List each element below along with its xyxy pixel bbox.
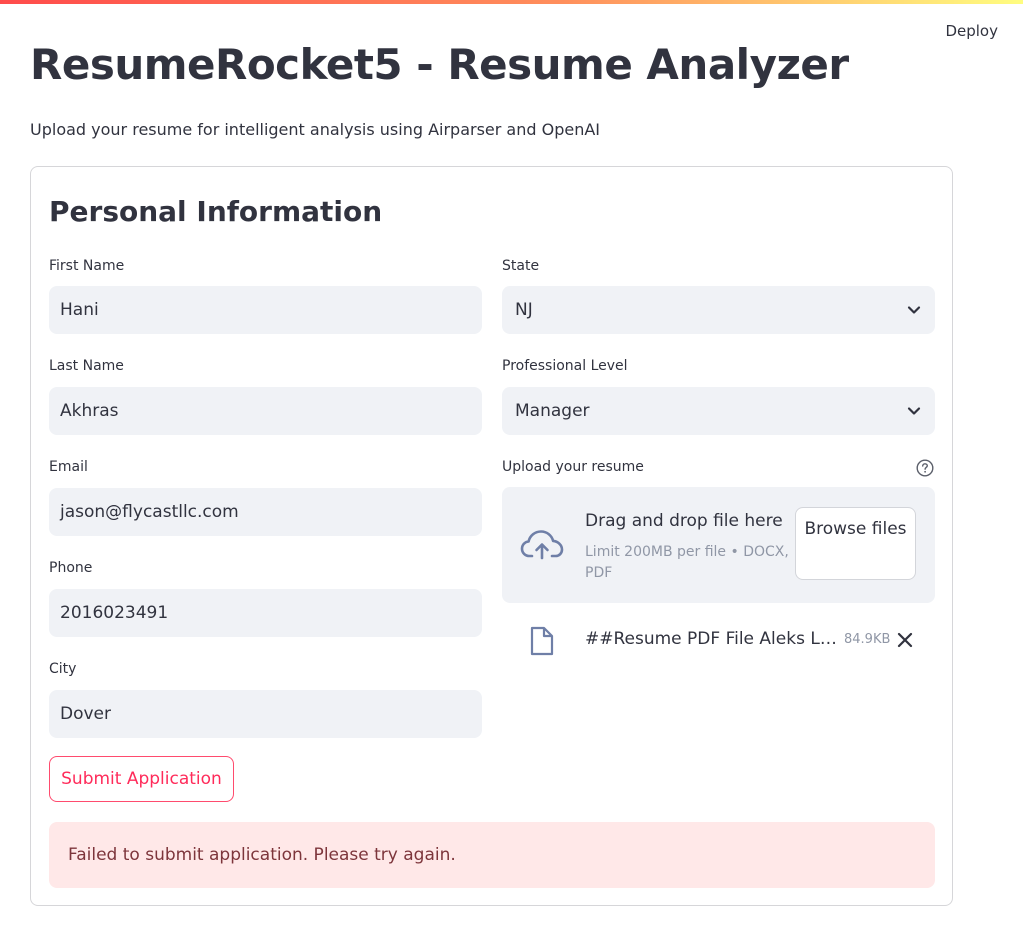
professional-level-label: Professional Level: [502, 358, 628, 374]
phone-input[interactable]: 2016023491: [49, 589, 482, 637]
error-alert: Failed to submit application. Please try…: [49, 822, 935, 888]
browse-files-button[interactable]: Browse files: [795, 507, 916, 580]
email-input[interactable]: jason@flycastllc.com: [49, 488, 482, 536]
submit-application-button[interactable]: Submit Application: [49, 756, 234, 802]
uploaded-file-size: 84.9KB: [844, 632, 891, 647]
chevron-down-icon: [906, 302, 922, 318]
close-icon[interactable]: [896, 631, 914, 649]
last-name-value: Akhras: [60, 401, 119, 421]
cloud-upload-icon: [520, 527, 564, 563]
professional-level-selected-value: Manager: [515, 401, 590, 421]
page-subtitle: Upload your resume for intelligent analy…: [30, 120, 601, 139]
last-name-label: Last Name: [49, 358, 124, 374]
city-input[interactable]: Dover: [49, 690, 482, 738]
phone-label: Phone: [49, 560, 93, 576]
professional-level-select[interactable]: Manager: [502, 387, 935, 435]
error-message: Failed to submit application. Please try…: [68, 845, 456, 865]
dropzone-limit-text: Limit 200MB per file • DOCX, PDF: [585, 544, 789, 581]
uploaded-file-item: ##Resume PDF File Aleks Ljul... 84.9KB: [502, 617, 935, 663]
email-label: Email: [49, 459, 88, 475]
deploy-button[interactable]: Deploy: [945, 20, 998, 42]
state-select[interactable]: NJ: [502, 286, 935, 334]
page-title: ResumeRocket5 - Resume Analyzer: [30, 40, 849, 89]
top-decoration-bar: [0, 0, 1023, 4]
first-name-input[interactable]: Hani: [49, 286, 482, 334]
first-name-label: First Name: [49, 258, 125, 274]
state-label: State: [502, 258, 540, 274]
file-dropzone[interactable]: Drag and drop file here Limit 200MB per …: [502, 487, 935, 603]
dropzone-title: Drag and drop file here: [585, 511, 783, 531]
upload-label: Upload your resume: [502, 459, 644, 475]
chevron-down-icon: [906, 403, 922, 419]
city-label: City: [49, 661, 77, 677]
phone-value: 2016023491: [60, 603, 169, 623]
uploaded-file-name: ##Resume PDF File Aleks Ljul...: [585, 629, 837, 649]
last-name-input[interactable]: Akhras: [49, 387, 482, 435]
help-circle-icon[interactable]: [916, 459, 934, 477]
email-value: jason@flycastllc.com: [60, 502, 239, 522]
section-title: Personal Information: [49, 195, 383, 228]
file-icon: [529, 626, 555, 656]
first-name-value: Hani: [60, 300, 99, 320]
city-value: Dover: [60, 704, 111, 724]
state-selected-value: NJ: [515, 300, 533, 320]
application-form: Personal Information First Name Hani Las…: [30, 166, 953, 906]
